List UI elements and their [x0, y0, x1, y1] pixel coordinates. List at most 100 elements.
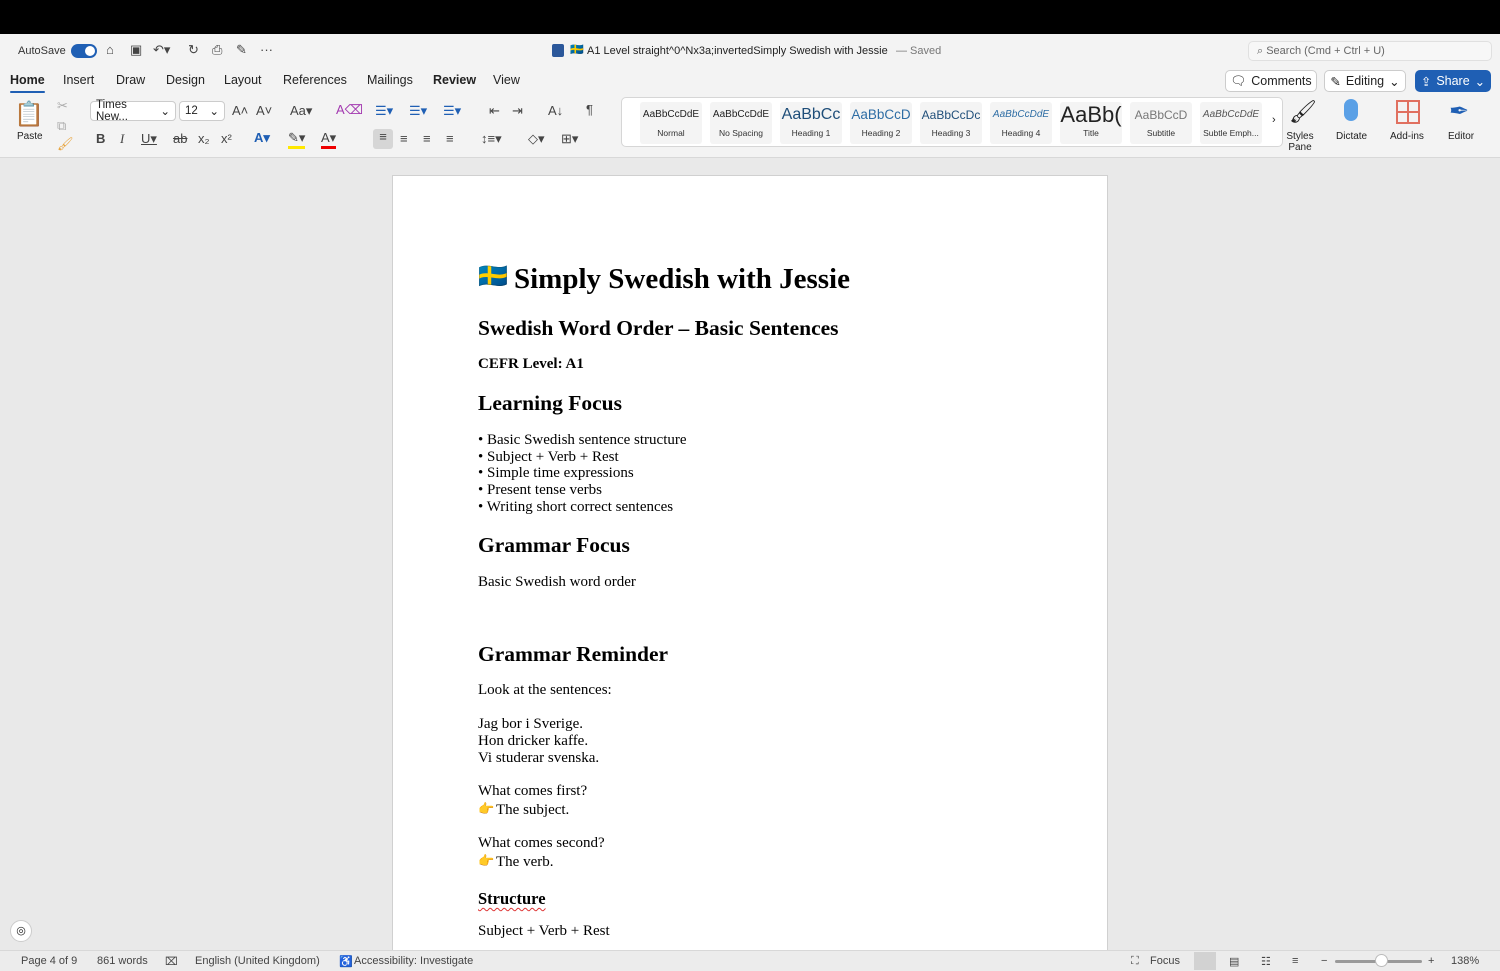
zoom-in-icon[interactable]: +: [1428, 955, 1434, 967]
undo-icon[interactable]: ↶▾: [153, 42, 170, 58]
shading-icon[interactable]: ◇▾: [528, 131, 545, 147]
superscript-icon[interactable]: x²: [221, 131, 232, 146]
fingerprint-icon[interactable]: ◎: [10, 920, 32, 942]
accessibility-status[interactable]: Accessibility: Investigate: [354, 955, 473, 967]
style-heading-2[interactable]: AaBbCcD Heading 2: [850, 102, 912, 144]
align-left-icon[interactable]: ≡: [373, 129, 393, 149]
style-heading-3[interactable]: AaBbCcDc Heading 3: [920, 102, 982, 144]
autosave-toggle[interactable]: [71, 44, 97, 58]
search-input[interactable]: ⌕ Search (Cmd + Ctrl + U): [1248, 41, 1492, 61]
language[interactable]: English (United Kingdom): [195, 955, 320, 967]
web-layout-icon[interactable]: ▤: [1229, 955, 1239, 968]
edit-doc-icon[interactable]: ✎: [236, 42, 247, 58]
cefr-level: CEFR Level: A1: [478, 356, 584, 372]
borders-icon[interactable]: ⊞▾: [561, 131, 578, 147]
bold-icon[interactable]: B: [96, 131, 105, 146]
zoom-level[interactable]: 138%: [1451, 955, 1479, 967]
font-size: 12: [185, 105, 198, 117]
word-count[interactable]: 861 words: [97, 955, 148, 967]
style-heading-1[interactable]: AaBbCc Heading 1: [780, 102, 842, 144]
copy-icon[interactable]: ⧉: [57, 118, 66, 134]
subscript-icon[interactable]: x₂: [198, 131, 210, 146]
editing-label: Editing: [1345, 74, 1385, 88]
tab-view[interactable]: View: [493, 73, 520, 87]
proofing-icon[interactable]: ⌧: [165, 955, 178, 968]
clear-formatting-icon[interactable]: A⌫: [336, 102, 363, 118]
zoom-slider-thumb[interactable]: [1375, 954, 1388, 967]
font-size-select[interactable]: 12 ⌄: [179, 101, 225, 121]
strikethrough-icon[interactable]: ab: [173, 131, 187, 146]
page-count[interactable]: Page 4 of 9: [21, 955, 77, 967]
font-color-icon[interactable]: A▾: [321, 130, 337, 149]
lesson-subtitle: Swedish Word Order – Basic Sentences: [478, 316, 839, 340]
style-no-spacing[interactable]: AaBbCcDdE No Spacing: [710, 102, 772, 144]
style-subtle-emphasis[interactable]: AaBbCcDdE Subtle Emph...: [1200, 102, 1262, 144]
pilcrow-icon[interactable]: ¶: [586, 102, 593, 117]
line-spacing-icon[interactable]: ↕≡▾: [481, 131, 502, 147]
outline-icon[interactable]: ☷: [1261, 955, 1271, 968]
redo-icon[interactable]: ↻: [188, 42, 199, 58]
italic-icon[interactable]: I: [120, 131, 124, 147]
dictate-label[interactable]: Dictate: [1336, 131, 1367, 142]
bullets-icon[interactable]: ☰▾: [375, 103, 393, 119]
structure-heading: Structure: [478, 889, 546, 908]
accessibility-icon[interactable]: ♿: [339, 955, 353, 968]
grow-font-icon[interactable]: A˄: [232, 103, 248, 118]
paste-icon[interactable]: 📋: [14, 100, 44, 129]
tab-mailings[interactable]: Mailings: [367, 73, 413, 87]
focus-label[interactable]: Focus: [1150, 955, 1180, 967]
share-button[interactable]: ⇪ Share ⌄: [1415, 70, 1491, 92]
sort-icon[interactable]: A↓: [548, 103, 563, 118]
text-effects-icon[interactable]: A▾: [254, 130, 270, 146]
numbering-icon[interactable]: ☰▾: [409, 103, 427, 119]
tab-references[interactable]: References: [283, 73, 347, 87]
editor-icon[interactable]: ✒: [1449, 97, 1469, 126]
tab-home[interactable]: Home: [10, 73, 45, 93]
multilevel-list-icon[interactable]: ☰▾: [443, 103, 461, 119]
gallery-next-icon[interactable]: ›: [1272, 114, 1276, 126]
style-heading-4[interactable]: AaBbCcDdE Heading 4: [990, 102, 1052, 144]
align-right-icon[interactable]: ≡: [423, 131, 431, 146]
justify-icon[interactable]: ≡: [446, 131, 454, 146]
styles-pane-icon[interactable]: 🖌: [1289, 99, 1317, 125]
editor-label[interactable]: Editor: [1448, 131, 1474, 142]
align-center-icon[interactable]: ≡: [400, 131, 408, 146]
font-family-select[interactable]: Times New... ⌄: [90, 99, 176, 123]
add-ins-label[interactable]: Add-ins: [1390, 131, 1424, 142]
grammar-reminder-heading: Grammar Reminder: [478, 642, 669, 666]
draft-icon[interactable]: ≡: [1292, 955, 1298, 967]
increase-indent-icon[interactable]: ⇥: [512, 103, 523, 119]
saved-status[interactable]: — Saved: [896, 45, 941, 57]
tab-layout[interactable]: Layout: [224, 73, 262, 87]
print-icon[interactable]: ⎙: [212, 42, 222, 58]
focus-icon[interactable]: ⛶: [1131, 955, 1139, 968]
style-title[interactable]: AaBb(Title: [1060, 102, 1122, 144]
format-painter-icon[interactable]: 🖌: [57, 136, 74, 152]
highlight-icon[interactable]: ✎▾: [288, 130, 306, 149]
change-case-icon[interactable]: Aa▾: [290, 103, 312, 119]
tab-draw[interactable]: Draw: [116, 73, 145, 87]
editing-button[interactable]: ✎ Editing ⌄: [1324, 70, 1406, 92]
save-icon[interactable]: ▣: [130, 42, 142, 58]
document-title[interactable]: A1 Level straight^0^Nx3a;invertedSimply …: [587, 45, 888, 57]
home-icon[interactable]: ⌂: [106, 42, 114, 57]
print-layout-icon[interactable]: [1194, 952, 1216, 970]
cut-icon[interactable]: ✂: [57, 98, 68, 114]
decrease-indent-icon[interactable]: ⇤: [489, 103, 500, 119]
microphone-icon[interactable]: [1344, 99, 1358, 121]
pencil-icon: ✎: [1330, 74, 1341, 89]
tab-insert[interactable]: Insert: [63, 73, 94, 87]
comments-button[interactable]: 🗨 Comments: [1225, 70, 1317, 92]
styles-pane-label[interactable]: Styles Pane: [1284, 131, 1316, 153]
underline-icon[interactable]: U▾: [141, 131, 157, 147]
tab-review[interactable]: Review: [433, 73, 476, 87]
style-subtitle[interactable]: AaBbCcD Subtitle: [1130, 102, 1192, 144]
tab-design[interactable]: Design: [166, 73, 205, 87]
zoom-out-icon[interactable]: −: [1321, 955, 1327, 967]
paste-label[interactable]: Paste: [17, 131, 43, 142]
sweden-flag-icon: 🇸🇪: [478, 264, 508, 290]
style-normal[interactable]: AaBbCcDdE Normal: [640, 102, 702, 144]
add-ins-icon[interactable]: [1396, 100, 1420, 124]
shrink-font-icon[interactable]: A˅: [256, 103, 272, 118]
more-icon[interactable]: ···: [260, 42, 273, 57]
